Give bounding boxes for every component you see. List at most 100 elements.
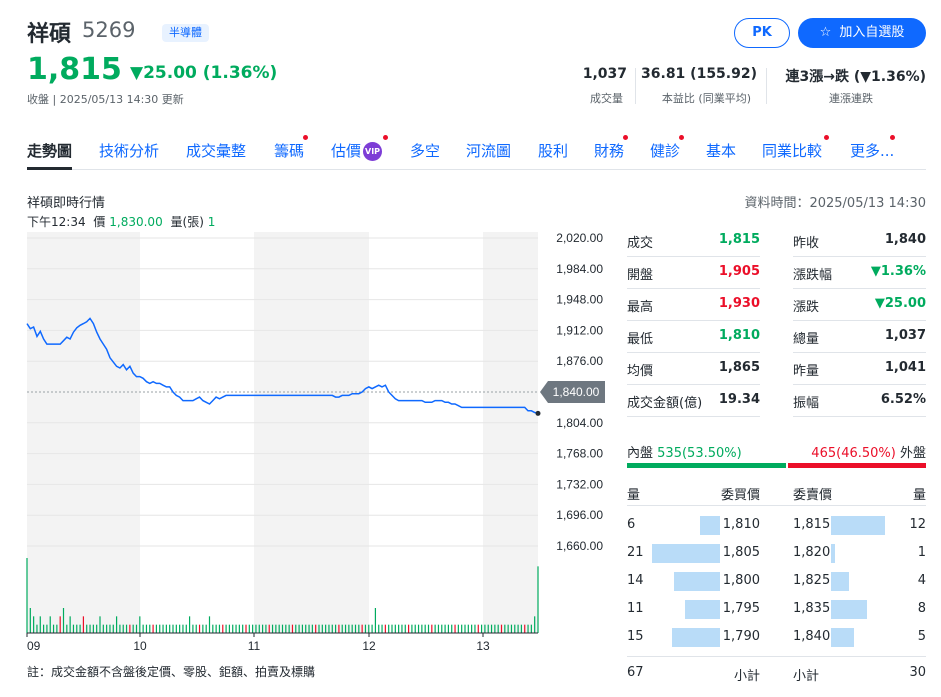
volume-bar (159, 624, 161, 633)
ask-price-header: 委賣價 (793, 488, 833, 503)
ask-row[interactable]: 1,840 (793, 629, 830, 644)
ask-depth-bar (831, 600, 867, 619)
divider (766, 68, 767, 104)
bid-row[interactable]: 1,800 (700, 573, 760, 588)
volume-bar (417, 624, 420, 633)
row-divider (627, 288, 760, 289)
volume-bar (441, 624, 443, 633)
quote-label: 昨量 (793, 364, 820, 379)
volume-bar (275, 624, 277, 633)
volume-bar (29, 608, 31, 633)
industry-badge[interactable]: 半導體 (162, 24, 209, 42)
ask-total: 30 (909, 665, 926, 680)
pe-value: 36.81 (155.92) (641, 66, 757, 82)
volume-bar (225, 624, 227, 633)
tab-bull-bear[interactable]: 多空 (410, 140, 440, 161)
row-divider (793, 256, 926, 257)
ask-row[interactable]: 1,835 (793, 601, 830, 616)
y-tick-label: 1,660.00 (556, 539, 603, 553)
quote-value: 1,037 (884, 328, 926, 343)
x-tick-label: 11 (248, 639, 261, 653)
tooltip-time: 下午12:34 (27, 215, 86, 229)
volume-bar (451, 624, 453, 633)
intraday-chart[interactable]: 2,020.00 1,984.00 1,948.00 1,912.00 1,876.00… (0, 228, 620, 658)
tab-chart[interactable]: 走勢圖 (27, 140, 73, 170)
ask-total-label: 小計 (793, 669, 820, 684)
tab-trades[interactable]: 成交彙整 (186, 140, 246, 161)
volume-bar (281, 624, 284, 633)
x-tick-label: 09 (27, 639, 41, 653)
tab-river-chart[interactable]: 河流圖 (466, 140, 511, 161)
volume-bar (112, 624, 114, 633)
volume-bar (125, 624, 128, 633)
volume-bar (288, 624, 290, 633)
volume-bar (388, 624, 390, 633)
tab-financials[interactable]: 財務 (594, 140, 624, 161)
watchlist-label: 加入自選股 (839, 25, 905, 40)
volume-bar (464, 624, 466, 633)
y-tick-label: 1,732.00 (556, 477, 603, 491)
volume-bar (371, 624, 373, 633)
ask-depth-bar (831, 572, 849, 591)
volume-bar (421, 624, 423, 633)
tab-label: 估價 (331, 142, 362, 160)
quote-value: 1,840 (884, 232, 926, 247)
tooltip-price: 1,830.00 (109, 215, 163, 229)
tab-valuation[interactable]: 估價 VIP (331, 140, 383, 161)
pk-button[interactable]: PK (734, 18, 790, 48)
quote-value: 1,815 (718, 232, 760, 247)
ask-qty-header: 量 (912, 488, 926, 503)
volume-bar (79, 624, 81, 633)
stock-name: 祥碩 (27, 22, 72, 47)
bid-row[interactable]: 1,805 (700, 545, 760, 560)
ask-row: 5 (880, 629, 926, 644)
row-divider (627, 384, 760, 385)
ask-depth-bar (831, 628, 854, 647)
quote-label: 振幅 (793, 396, 820, 411)
row-divider (793, 352, 926, 353)
volume-bar (500, 624, 503, 633)
volume-bar (92, 624, 94, 633)
volume-bar (537, 566, 539, 633)
volume-bar (517, 624, 519, 633)
bid-price: 1,790 (722, 629, 760, 644)
volume-bar (232, 624, 234, 633)
ask-price: 1,820 (793, 545, 831, 560)
bid-qty-header: 量 (627, 488, 641, 503)
tab-health[interactable]: 健診 (650, 140, 680, 161)
bid-row[interactable]: 1,810 (700, 517, 760, 532)
bid-price: 1,805 (722, 545, 760, 560)
bid-qty: 14 (627, 573, 644, 588)
bid-row[interactable]: 1,795 (700, 601, 760, 616)
ask-depth-bar (831, 544, 835, 563)
volume-bar (527, 624, 529, 633)
add-to-watchlist-button[interactable]: ☆ 加入自選股 (798, 18, 926, 48)
tab-technical[interactable]: 技術分析 (99, 140, 159, 161)
bid-price-header: 委買價 (720, 488, 760, 503)
volume-bar (59, 616, 61, 633)
inner-ratio-bar (627, 463, 786, 468)
volume-bar (305, 624, 307, 633)
volume-bar (86, 624, 88, 633)
tab-peers[interactable]: 同業比較 (762, 140, 822, 161)
volume-bar (235, 624, 237, 633)
ask-row[interactable]: 1,815 (793, 517, 830, 532)
quote-value: ▼25.00 (874, 296, 926, 311)
tab-basic[interactable]: 基本 (706, 140, 736, 161)
ask-row[interactable]: 1,825 (793, 573, 830, 588)
volume-bar (185, 624, 187, 633)
volume-bar (102, 624, 104, 633)
tab-more[interactable]: 更多... (850, 140, 894, 161)
y-tick-label: 1,768.00 (556, 447, 603, 461)
ask-qty: 12 (909, 517, 926, 532)
inner-outer-left: 內盤 535(53.50%) (627, 442, 742, 461)
tab-dividend[interactable]: 股利 (538, 140, 568, 161)
ask-row[interactable]: 1,820 (793, 545, 830, 560)
row-divider (627, 352, 760, 353)
tab-chips[interactable]: 籌碼 (274, 140, 304, 161)
y-tick-label: 1,876.00 (556, 354, 603, 368)
bid-row[interactable]: 1,790 (700, 629, 760, 644)
close-time: 收盤 | 2025/05/13 14:30 更新 (27, 93, 184, 106)
volume-bar (414, 624, 416, 633)
volume-bar (49, 616, 51, 633)
